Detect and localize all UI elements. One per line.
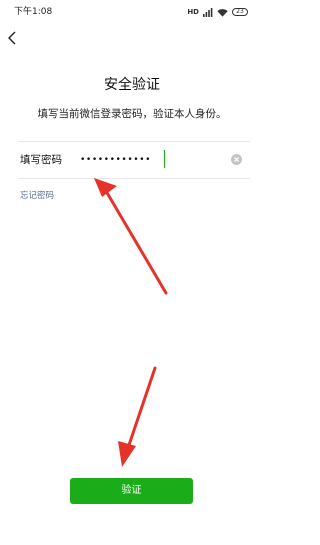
page-title: 安全验证 [104, 77, 160, 93]
clear-circle-icon[interactable] [231, 154, 242, 165]
back-button[interactable] [4, 28, 22, 48]
forgot-password-link[interactable]: 忘记密码 [20, 191, 54, 202]
arrow-to-verify-button [118, 366, 157, 467]
status-bar: 下午1:08 HD 23 [0, 0, 264, 24]
battery-icon: 23 [232, 8, 248, 16]
field-bottom-divider [18, 178, 250, 179]
password-input[interactable] [80, 150, 220, 170]
text-caret [164, 150, 165, 168]
network-type-label: HD [187, 8, 199, 16]
status-icons: HD 23 [187, 6, 248, 18]
wifi-icon [217, 8, 228, 17]
password-label: 填写密码 [20, 154, 62, 166]
field-top-divider [18, 141, 250, 142]
signal-icon [203, 7, 213, 17]
page-subtitle: 填写当前微信登录密码，验证本人身份。 [37, 108, 227, 120]
chevron-left-icon [8, 31, 16, 45]
arrow-to-password [94, 178, 168, 295]
verify-button[interactable]: 验证 [70, 478, 193, 504]
status-time: 下午1:08 [14, 7, 53, 17]
